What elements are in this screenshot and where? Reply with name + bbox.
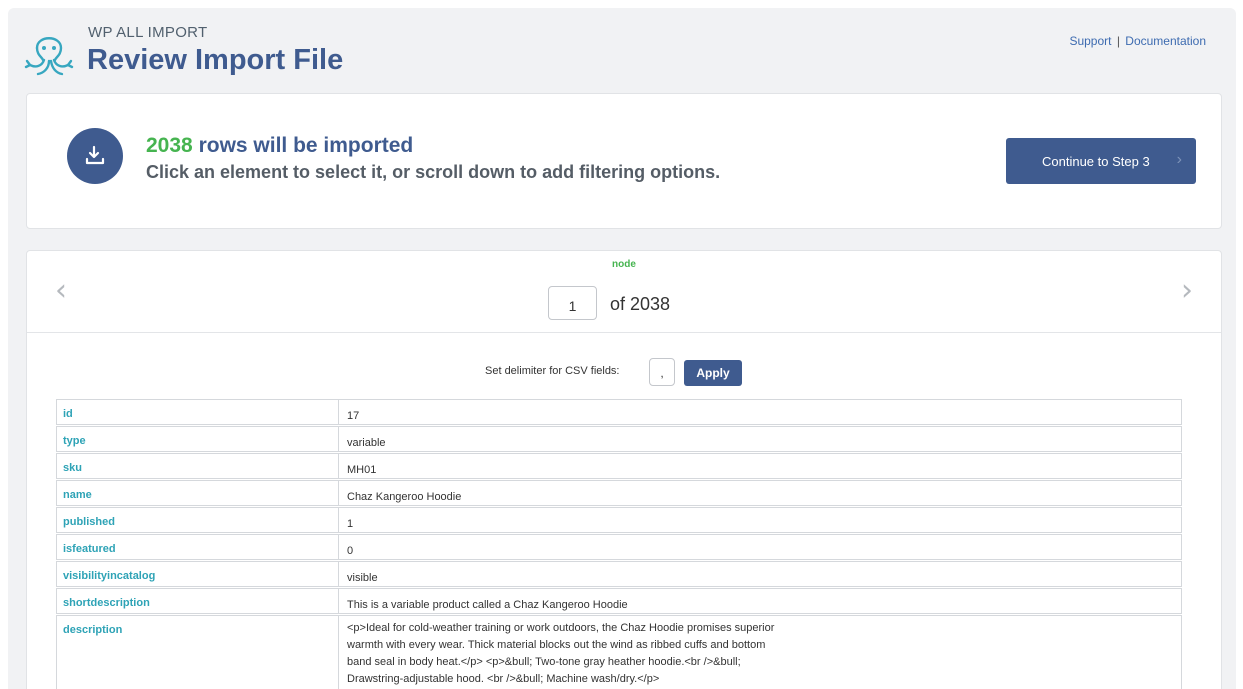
- top-links: Support | Documentation: [1069, 34, 1206, 48]
- field-value[interactable]: 1: [339, 508, 1181, 532]
- description-line: Drawstring-adjustable hood. <br />&bull;…: [347, 673, 660, 685]
- apply-delimiter-button[interactable]: Apply: [684, 360, 742, 386]
- description-line: band seal in body heat.</p> <p>&bull; Tw…: [347, 656, 741, 668]
- description-line: warmth with every wear. Thick material b…: [347, 639, 766, 651]
- field-key[interactable]: sku: [57, 454, 339, 478]
- field-key[interactable]: isfeatured: [57, 535, 339, 559]
- continue-label: Continue to Step 3: [1042, 153, 1150, 169]
- table-row[interactable]: shortdescription This is a variable prod…: [56, 588, 1182, 614]
- field-key[interactable]: shortdescription: [57, 589, 339, 613]
- description-line: <p>Ideal for cold-weather training or wo…: [347, 622, 775, 634]
- table-row[interactable]: type variable: [56, 426, 1182, 452]
- field-value[interactable]: 0: [339, 535, 1181, 559]
- continue-to-step-3-button[interactable]: Continue to Step 3 ›: [1006, 138, 1196, 184]
- field-value[interactable]: visible: [339, 562, 1181, 586]
- record-number-input[interactable]: 1: [548, 286, 597, 320]
- header: WP ALL IMPORT Review Import File Support…: [24, 20, 1224, 90]
- documentation-link[interactable]: Documentation: [1125, 34, 1206, 48]
- row-count: 2038: [146, 134, 193, 157]
- brand-name: WP ALL IMPORT: [88, 24, 208, 41]
- record-total: of 2038: [610, 294, 671, 314]
- page-frame: WP ALL IMPORT Review Import File Support…: [8, 8, 1236, 689]
- table-row[interactable]: id 17: [56, 399, 1182, 425]
- selection-hint: Click an element to select it, or scroll…: [146, 162, 721, 182]
- field-value[interactable]: Chaz Kangeroo Hoodie: [339, 481, 1181, 505]
- table-row[interactable]: published 1: [56, 507, 1182, 533]
- field-key[interactable]: description: [57, 616, 339, 689]
- next-record-arrow-icon[interactable]: ›: [1181, 273, 1193, 308]
- field-value[interactable]: 17: [339, 400, 1181, 424]
- table-row[interactable]: name Chaz Kangeroo Hoodie: [56, 480, 1182, 506]
- delimiter-label: Set delimiter for CSV fields:: [485, 365, 620, 377]
- record-navigator: node ‹ 1 of 2038 ›: [27, 251, 1221, 333]
- previous-record-arrow-icon[interactable]: ‹: [55, 273, 67, 308]
- record-preview-card: node ‹ 1 of 2038 › Set delimiter for CSV…: [26, 250, 1222, 689]
- field-value[interactable]: <p>Ideal for cold-weather training or wo…: [339, 616, 1181, 689]
- field-key[interactable]: id: [57, 400, 339, 424]
- rows-count-heading: 2038 rows will be imported: [146, 134, 413, 158]
- import-summary-card: 2038 rows will be imported Click an elem…: [26, 93, 1222, 229]
- field-table: id 17 type variable sku MH01 name Chaz K…: [56, 399, 1182, 689]
- field-key[interactable]: visibilityincatalog: [57, 562, 339, 586]
- download-tray-icon: [67, 128, 123, 184]
- chevron-right-icon: ›: [1176, 151, 1182, 168]
- field-value[interactable]: MH01: [339, 454, 1181, 478]
- rows-text: rows will be imported: [198, 134, 414, 157]
- field-key[interactable]: published: [57, 508, 339, 532]
- csv-delimiter-row: Set delimiter for CSV fields: , Apply: [27, 355, 1221, 386]
- support-link[interactable]: Support: [1069, 34, 1111, 48]
- table-row[interactable]: visibilityincatalog visible: [56, 561, 1182, 587]
- delimiter-input[interactable]: ,: [649, 358, 675, 386]
- field-value[interactable]: variable: [339, 427, 1181, 451]
- octopus-logo-icon: [24, 37, 74, 76]
- table-row[interactable]: description <p>Ideal for cold-weather tr…: [56, 615, 1182, 689]
- table-row[interactable]: sku MH01: [56, 453, 1182, 479]
- field-value[interactable]: This is a variable product called a Chaz…: [339, 589, 1181, 613]
- table-row[interactable]: isfeatured 0: [56, 534, 1182, 560]
- link-separator: |: [1116, 34, 1120, 48]
- field-key[interactable]: name: [57, 481, 339, 505]
- page-title: Review Import File: [87, 44, 344, 76]
- node-label: node: [612, 259, 636, 270]
- field-key[interactable]: type: [57, 427, 339, 451]
